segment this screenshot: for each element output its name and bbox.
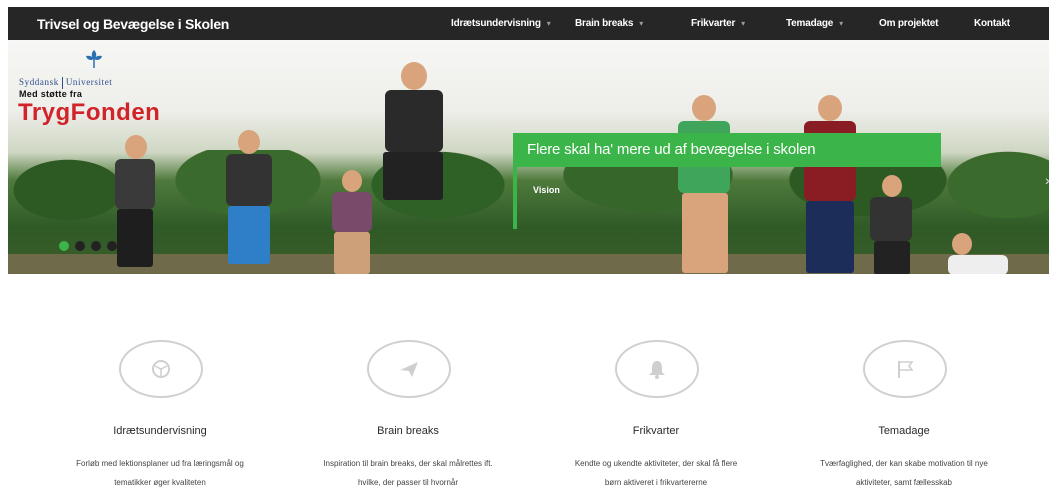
feature-description-idraetsundervisning: Forløb med lektionsplaner ud fra lærings… xyxy=(40,454,280,492)
university-logo: Syddansk Universitet xyxy=(19,77,112,89)
nav-item-temadage[interactable]: Temadage ▾ xyxy=(786,7,843,40)
feature-title-idraetsundervisning[interactable]: Idrætsundervisning xyxy=(40,425,280,437)
trygfonden-logo[interactable]: TrygFonden xyxy=(18,99,160,127)
feature-circle-brain-breaks[interactable] xyxy=(367,340,451,398)
feature-description-frikvarter: Kendte og ukendte aktiviteter, der skal … xyxy=(536,454,776,492)
chevron-down-icon: ▾ xyxy=(839,19,843,28)
nav-label: Idrætsundervisning xyxy=(451,18,541,29)
feature-description-line: hvilke, der passer til hvornår xyxy=(357,478,459,487)
top-navigation-bar: Trivsel og Bevægelse i Skolen Idrætsunde… xyxy=(8,7,1049,40)
slider-dot[interactable] xyxy=(59,241,69,251)
feature-circle-idraetsundervisning[interactable] xyxy=(119,340,203,398)
nav-item-frikvarter[interactable]: Frikvarter ▾ xyxy=(691,7,745,40)
nav-label: Brain breaks xyxy=(575,18,634,29)
nav-item-idraetsundervisning[interactable]: Idrætsundervisning ▾ xyxy=(451,7,551,40)
feature-description-line: Forløb med lektionsplaner ud fra lærings… xyxy=(76,459,244,468)
nav-item-brain-breaks[interactable]: Brain breaks ▾ xyxy=(575,7,643,40)
nav-label: Temadage xyxy=(786,18,834,29)
feature-circle-frikvarter[interactable] xyxy=(615,340,699,398)
feature-description-temadage: Tværfaglighed, der kan skabe motivation … xyxy=(784,454,1024,492)
feature-description-line: tematikker øger kvaliteten xyxy=(114,478,206,487)
feature-title-brain-breaks[interactable]: Brain breaks xyxy=(288,425,528,437)
chevron-down-icon: ▾ xyxy=(546,19,551,28)
chevron-down-icon: ▾ xyxy=(741,19,745,28)
flag-icon xyxy=(898,361,914,378)
feature-description-line: Inspiration til brain breaks, der skal m… xyxy=(323,459,493,468)
slider-dot[interactable] xyxy=(91,241,101,251)
slider-dot[interactable] xyxy=(75,241,85,251)
slide-tag-link[interactable]: Vision xyxy=(533,185,560,195)
football-icon xyxy=(152,360,170,378)
slide-accent-bar xyxy=(513,167,517,229)
next-slide-arrow-icon[interactable]: › xyxy=(1045,172,1049,188)
site-title[interactable]: Trivsel og Bevægelse i Skolen xyxy=(37,16,229,32)
nav-item-om-projektet[interactable]: Om projektet xyxy=(879,7,938,40)
slider-dot[interactable] xyxy=(107,241,117,251)
feature-description-line: børn aktiveret i frikvartererne xyxy=(604,478,708,487)
support-text: Med støtte fra xyxy=(19,89,83,99)
feature-description-brain-breaks: Inspiration til brain breaks, der skal m… xyxy=(288,454,528,492)
university-name-right: Universitet xyxy=(65,77,113,88)
paper-plane-icon xyxy=(400,362,418,377)
feature-circle-temadage[interactable] xyxy=(863,340,947,398)
nav-item-kontakt[interactable]: Kontakt xyxy=(974,7,1010,40)
bell-icon xyxy=(649,361,665,379)
feature-description-line: Tværfaglighed, der kan skabe motivation … xyxy=(820,459,988,468)
slider-pagination xyxy=(59,241,117,251)
feature-title-temadage[interactable]: Temadage xyxy=(784,425,1024,437)
chevron-down-icon: ▾ xyxy=(639,19,644,28)
feature-title-frikvarter[interactable]: Frikvarter xyxy=(536,425,776,437)
sdu-leaf-icon xyxy=(86,50,102,68)
nav-label: Frikvarter xyxy=(691,18,736,29)
feature-description-line: aktiviteter, samt fællesskab xyxy=(855,478,953,487)
feature-description-line: Kendte og ukendte aktiviteter, der skal … xyxy=(574,459,738,468)
slide-title: Flere skal ha' mere ud af bevægelse i sk… xyxy=(527,141,816,158)
slide-caption-box: Flere skal ha' mere ud af bevægelse i sk… xyxy=(513,133,941,167)
nav-label: Kontakt xyxy=(974,18,1010,29)
nav-label: Om projektet xyxy=(879,18,939,29)
university-name-left: Syddansk xyxy=(19,77,59,88)
